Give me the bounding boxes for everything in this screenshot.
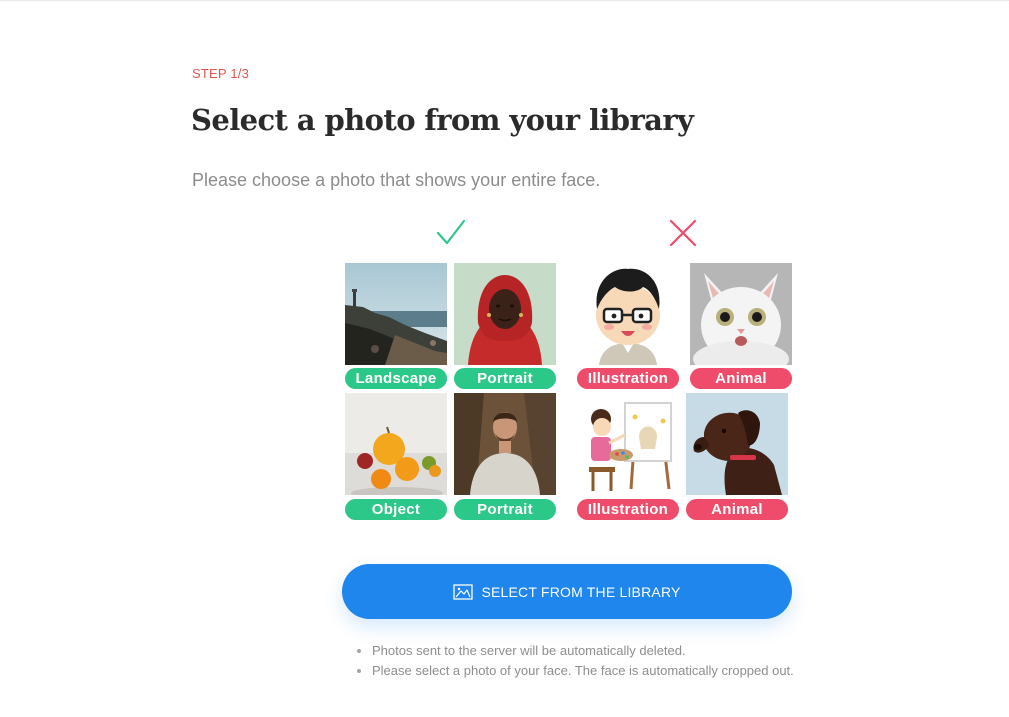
select-from-library-label: SELECT FROM THE LIBRARY (481, 583, 681, 600)
example-label-portrait: Portrait (454, 499, 556, 520)
example-label-animal: Animal (686, 499, 788, 520)
top-border (0, 0, 1009, 1)
illustration-painter (577, 393, 679, 495)
example-label-portrait: Portrait (454, 368, 556, 389)
example-label-illustration: Illustration (577, 368, 679, 389)
note-item: Please select a photo of your face. The … (372, 661, 812, 681)
example-label-animal: Animal (690, 368, 792, 389)
example-label-object: Object (345, 499, 447, 520)
notes-list: Photos sent to the server will be automa… (357, 641, 812, 681)
check-icon (436, 219, 466, 245)
dog-photo (686, 393, 788, 495)
step-indicator: STEP 1/3 (192, 66, 250, 81)
cat-photo (690, 263, 792, 365)
page-title: Select a photo from your library (191, 103, 694, 137)
image-icon (453, 583, 474, 600)
page-subtitle: Please choose a photo that shows your en… (192, 170, 601, 190)
illustration-man (577, 263, 679, 365)
portrait-photo-man (454, 393, 556, 495)
example-label-illustration: Illustration (577, 499, 679, 520)
select-from-library-button[interactable]: SELECT FROM THE LIBRARY (342, 564, 792, 619)
note-item: Photos sent to the server will be automa… (372, 641, 812, 661)
fruit-photo (345, 393, 447, 495)
portrait-photo-woman (454, 263, 556, 365)
cross-icon (669, 219, 697, 247)
example-label-landscape: Landscape (345, 368, 447, 389)
landscape-photo (345, 263, 447, 365)
